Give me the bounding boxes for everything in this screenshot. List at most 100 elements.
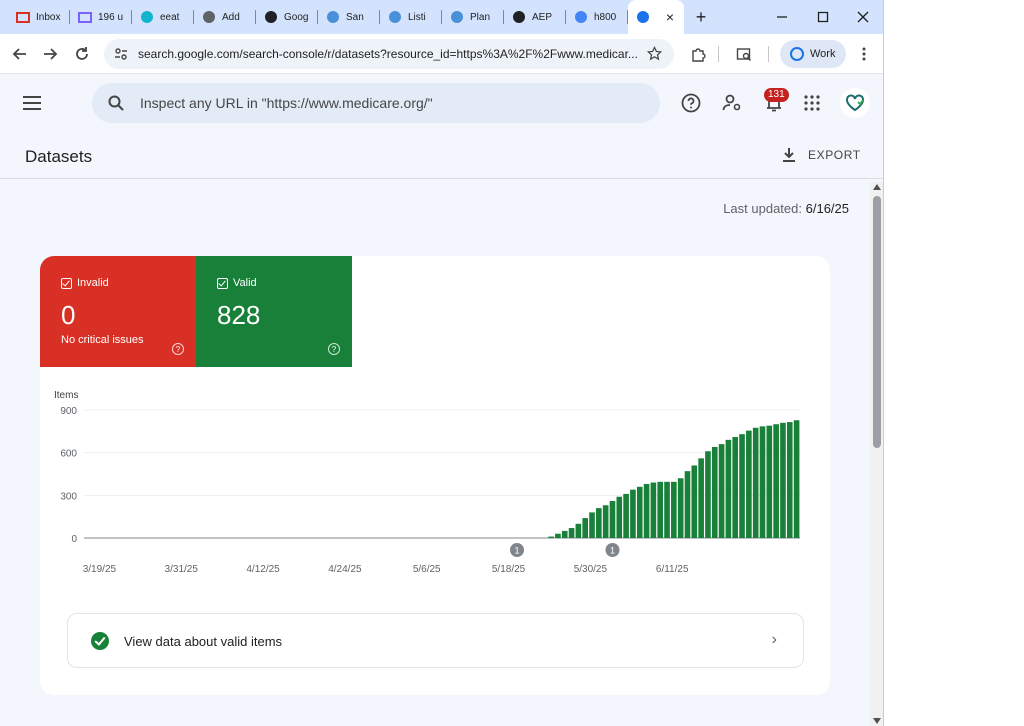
items-chart: Items 900 600 300 0 3/19/25 3/31/25 4/12/25 4/24… [54,390,800,575]
notification-badge: 131 [764,88,789,102]
browser-tab[interactable]: Inbox [8,0,70,34]
site-info-icon[interactable] [114,47,128,61]
browser-tab[interactable]: Add [194,0,256,34]
reload-button[interactable] [68,40,96,68]
url-inspection-search[interactable]: Inspect any URL in "https://www.medicare… [92,83,660,123]
profile-button[interactable]: Work [780,40,846,68]
x-tick-label: 6/11/25 [656,564,689,575]
address-bar[interactable]: search.google.com/search-console/r/datas… [104,39,674,69]
bookmark-star-icon[interactable] [647,46,662,61]
medicare-icon [388,10,402,24]
browser-tab[interactable]: h800 [566,0,628,34]
browser-tab[interactable]: San [318,0,380,34]
last-updated-label: Last updated: [723,201,802,216]
apps-button[interactable] [798,89,826,117]
checkbox-icon[interactable] [217,277,228,289]
browser-tab[interactable]: AEP [504,0,566,34]
chart-bar [650,482,657,538]
last-updated: Last updated: 6/16/25 [723,201,849,216]
tab-title: Plan [470,11,491,23]
valid-metric-tile[interactable]: Valid 828 ? [196,256,352,367]
maximize-button[interactable] [803,0,843,34]
invalid-metric-tile[interactable]: Invalid 0 No critical issues ? [40,256,196,367]
browser-tab[interactable]: Listi [380,0,442,34]
chart-bar [555,533,561,538]
page-scrollbar[interactable] [870,182,883,726]
tab-title: h800 [594,11,617,23]
tab-search-button[interactable] [730,40,758,68]
x-tick-label: 3/19/25 [83,564,117,575]
hamburger-icon [23,96,41,110]
toolbar-divider [768,46,769,62]
close-window-button[interactable] [843,0,883,34]
browser-tab[interactable]: eeat [132,0,194,34]
x-tick-label: 5/18/25 [492,564,526,575]
close-tab-icon[interactable]: × [666,9,674,25]
openai-icon [512,10,526,24]
x-tick-label: 5/30/25 [574,564,608,575]
browser-menu-button[interactable] [850,40,878,68]
chart-bar [786,422,793,538]
page-title: Datasets [25,147,93,166]
chart-bar [732,437,739,538]
new-tab-button[interactable]: + [686,0,716,34]
chart-bar [691,465,698,538]
chart-bar [630,489,636,538]
tab-title: Inbox [36,11,61,23]
arrow-right-icon [44,48,58,60]
chart-bar [623,493,629,538]
profile-avatar-icon [790,47,804,61]
search-icon [108,95,124,111]
chevron-right-icon: › [771,631,777,648]
scroll-up-icon[interactable] [873,184,881,190]
chart-bar [773,424,779,538]
y-tick-label: 600 [60,449,77,460]
x-tick-label: 5/6/25 [413,564,441,575]
help-button[interactable] [677,89,705,117]
back-button[interactable] [6,40,34,68]
chart-bar [568,528,575,538]
browser-tab[interactable]: 196 u [70,0,132,34]
checkbox-icon[interactable] [61,277,72,289]
browser-toolbar: search.google.com/search-console/r/datas… [0,34,883,74]
browser-window: Inbox 196 u eeat Add Goog San Listi Plan AEP h800… [0,0,884,726]
check-circle-icon [91,632,109,650]
chart-bar [705,451,711,538]
export-button[interactable]: EXPORT [782,147,861,163]
valid-value: 828 [217,300,261,330]
maximize-icon [817,11,829,23]
forward-button[interactable] [36,40,64,68]
avatar-heart-icon [846,94,864,112]
x-tick-label: 4/12/25 [246,564,280,575]
view-valid-items-label: View data about valid items [124,634,283,649]
extensions-button[interactable] [684,40,712,68]
chart-bar [596,508,602,538]
eye-icon [264,10,278,24]
annotation-label: 1 [610,546,615,556]
x-tick-label: 3/31/25 [165,564,199,575]
more-vert-icon [862,47,866,61]
x-tick-label: 4/24/25 [328,564,362,575]
minimize-button[interactable] [762,0,802,34]
tab-title: San [346,11,364,23]
medicare-icon [450,10,464,24]
tab-title: AEP [532,11,553,23]
browser-tab[interactable]: Plan [442,0,504,34]
help-circle-icon[interactable]: ? [328,343,340,355]
y-tick-label: 900 [60,406,77,417]
main-menu-button[interactable] [18,89,46,117]
tab-strip: Inbox 196 u eeat Add Goog San Listi Plan AEP h800… [0,0,883,34]
view-valid-items-row[interactable]: View data about valid items › [67,613,804,668]
chart-bar [602,505,609,538]
browser-tab[interactable]: × [628,0,684,34]
help-circle-icon[interactable]: ? [172,343,184,355]
scroll-down-icon[interactable] [873,718,881,724]
puzzle-icon [692,48,706,62]
browser-tab[interactable]: Goog [256,0,318,34]
last-updated-value: 6/16/25 [805,201,849,216]
chart-bar [698,458,704,538]
settings-button[interactable] [718,89,746,117]
scroll-thumb[interactable] [873,196,881,448]
account-avatar[interactable] [840,88,870,118]
chart-bar [575,523,582,538]
